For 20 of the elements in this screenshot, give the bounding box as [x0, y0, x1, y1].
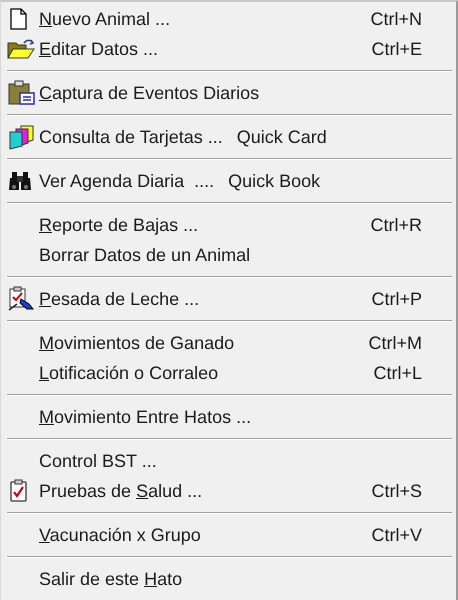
menu-item[interactable]: Movimiento Entre Hatos ...	[7, 402, 452, 432]
cards-icon	[7, 124, 35, 150]
menu-item[interactable]: Pruebas de Salud ... Ctrl+S	[7, 476, 452, 506]
checklist-pen-icon	[7, 286, 37, 312]
menu-item[interactable]: Salir de este Hato	[7, 564, 452, 594]
menu-item[interactable]: Consulta de Tarjetas ... Quick Card	[7, 122, 452, 152]
clipboard-icon	[7, 80, 35, 106]
menu-item[interactable]: Vacunación x Grupo Ctrl+V	[7, 520, 452, 550]
menu-item[interactable]: Lotificación o Corraleo Ctrl+L	[7, 358, 452, 388]
menu-item[interactable]: Movimientos de Ganado Ctrl+M	[7, 328, 452, 358]
menu-item[interactable]: Borrar Datos de un Animal	[7, 240, 452, 270]
folder-icon	[7, 38, 35, 60]
menu-item[interactable]: Pesada de Leche ... Ctrl+P	[7, 284, 452, 314]
menu-item[interactable]: Ver Agenda Diaria .... Quick Book	[7, 166, 452, 196]
menu-item[interactable]: Editar Datos ... Ctrl+E	[7, 34, 452, 64]
menu-item[interactable]: Reporte de Bajas ... Ctrl+R	[7, 210, 452, 240]
binoculars-icon	[7, 170, 33, 192]
menu-item[interactable]: Nuevo Animal ... Ctrl+N	[7, 4, 452, 34]
menu-item[interactable]: Captura de Eventos Diarios	[7, 78, 452, 108]
menu-item[interactable]: Control BST ...	[7, 446, 452, 476]
